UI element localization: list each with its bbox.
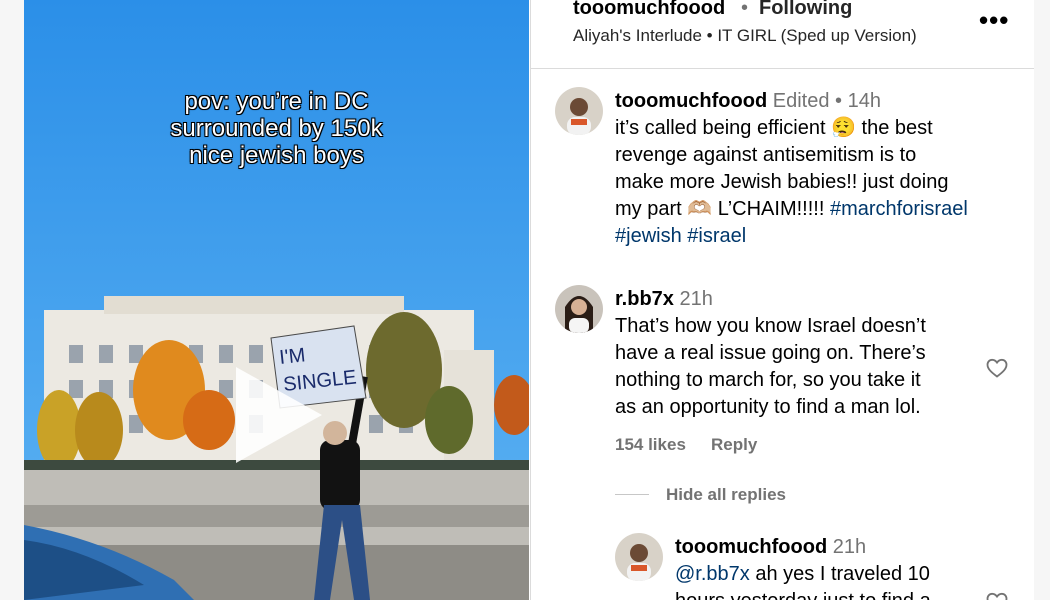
post-header: tooomuchfoood • Following Aliyah's Inter… bbox=[531, 0, 1035, 69]
comment-text-line: have a real issue going on. There’s bbox=[615, 342, 926, 364]
following-button[interactable]: Following bbox=[759, 0, 852, 20]
mention-link[interactable]: @r.bb7x bbox=[675, 563, 750, 585]
hashtag-link[interactable]: #marchforisrael bbox=[830, 198, 968, 220]
caption-comment: tooomuchfoood Edited • 14h it’s called b… bbox=[615, 88, 1025, 250]
comment-text-line: as an opportunity to find a man lol. bbox=[615, 396, 921, 418]
comment-username[interactable]: r.bb7x bbox=[615, 288, 674, 310]
likes-count[interactable]: 154 likes bbox=[615, 435, 686, 455]
caption-text-line: it’s called being efficient 😮‍💨 the best bbox=[615, 117, 933, 139]
hashtag-link[interactable]: #jewish bbox=[615, 225, 682, 247]
header-separator: • bbox=[741, 0, 749, 19]
avatar-image bbox=[615, 533, 663, 581]
avatar-image bbox=[555, 285, 603, 333]
avatar-image bbox=[555, 87, 603, 135]
avatar[interactable] bbox=[615, 533, 663, 581]
left-gutter bbox=[0, 0, 24, 600]
reply-text: hours yesterday just to find a bbox=[675, 590, 931, 600]
video-caption: pov: you’re in DC surrounded by 150k nic… bbox=[24, 88, 529, 169]
reel-video[interactable]: I'M SINGLE pov: you’re in DC surrounded … bbox=[24, 0, 529, 600]
caption-text-line: make more Jewish babies!! just doing bbox=[615, 171, 949, 193]
comments-panel: tooomuchfoood • Following Aliyah's Inter… bbox=[530, 0, 1035, 600]
comment: r.bb7x 21h That’s how you know Israel do… bbox=[615, 286, 1015, 421]
heart-icon[interactable] bbox=[985, 590, 1009, 600]
audio-track-link[interactable]: Aliyah's Interlude • IT GIRL (Sped up Ve… bbox=[573, 26, 917, 46]
play-icon[interactable] bbox=[236, 367, 322, 463]
comment-username[interactable]: tooomuchfoood bbox=[615, 90, 767, 112]
heart-icon[interactable] bbox=[985, 356, 1009, 380]
caption-line: pov: you’re in DC bbox=[184, 88, 369, 115]
caption-text-line: revenge against antisemitism is to bbox=[615, 144, 917, 166]
hashtag-link[interactable]: #israel bbox=[687, 225, 746, 247]
edited-label: Edited bbox=[772, 90, 830, 112]
reply-comment: tooomuchfoood 21h @r.bb7x ah yes I trave… bbox=[675, 534, 1005, 600]
avatar[interactable] bbox=[555, 87, 603, 135]
comment-time[interactable]: 14h bbox=[848, 90, 881, 112]
replies-divider bbox=[615, 494, 649, 495]
sign-line-1: I'M bbox=[278, 344, 306, 369]
comment-username[interactable]: tooomuchfoood bbox=[675, 536, 827, 558]
meta-dot: • bbox=[835, 90, 843, 112]
comment-text-line: That’s how you know Israel doesn’t bbox=[615, 315, 926, 337]
right-gutter bbox=[1034, 0, 1050, 600]
caption-text-line: my part 🫶🏼 L’CHAIM!!!!! bbox=[615, 198, 830, 220]
comment-text-line: nothing to march for, so you take it bbox=[615, 369, 921, 391]
comment-time[interactable]: 21h bbox=[833, 536, 866, 558]
more-options-icon[interactable]: ••• bbox=[979, 7, 1009, 33]
caption-line: surrounded by 150k bbox=[170, 115, 383, 142]
caption-line: nice jewish boys bbox=[189, 142, 364, 169]
reply-text: ah yes I traveled 10 bbox=[749, 563, 930, 585]
header-username[interactable]: tooomuchfoood bbox=[573, 0, 725, 20]
hide-replies-button[interactable]: Hide all replies bbox=[666, 485, 786, 505]
avatar[interactable] bbox=[555, 285, 603, 333]
reply-button[interactable]: Reply bbox=[711, 435, 757, 455]
comment-time[interactable]: 21h bbox=[679, 288, 712, 310]
